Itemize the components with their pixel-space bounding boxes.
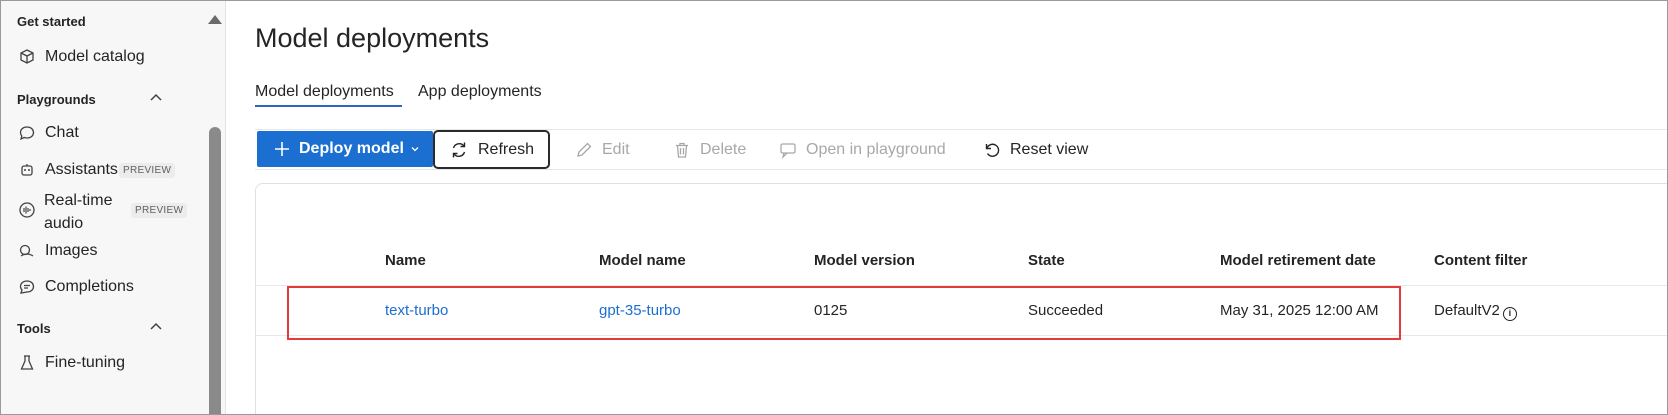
- content-filter-cell: DefaultV2 i: [1434, 302, 1517, 321]
- column-header-retirement-date[interactable]: Model retirement date: [1220, 252, 1376, 269]
- open-in-playground-button[interactable]: Open in playground: [778, 140, 946, 160]
- section-playgrounds: Playgrounds: [17, 92, 96, 107]
- reset-icon: [982, 140, 1002, 160]
- column-header-model-name[interactable]: Model name: [599, 252, 686, 269]
- plus-icon: [273, 140, 291, 158]
- page-title: Model deployments: [255, 23, 490, 53]
- toolbar-divider: [255, 169, 1667, 170]
- sidebar-item-completions[interactable]: Completions: [17, 277, 134, 297]
- images-icon: [17, 241, 37, 261]
- sidebar-item-label: Fine-tuning: [45, 354, 126, 371]
- edit-button[interactable]: Edit: [574, 140, 630, 160]
- sidebar-item-assistants[interactable]: Assistants: [17, 160, 118, 180]
- completions-icon: [17, 277, 37, 297]
- tab-model-deployments[interactable]: Model deployments: [255, 83, 394, 101]
- deploy-model-button[interactable]: Deploy model: [257, 131, 433, 167]
- section-get-started: Get started: [17, 14, 86, 29]
- sidebar-item-model-catalog[interactable]: Model catalog: [17, 47, 145, 67]
- main-content: Model deployments Model deployments App …: [225, 1, 1667, 414]
- column-header-model-version[interactable]: Model version: [814, 252, 915, 269]
- column-header-state[interactable]: State: [1028, 252, 1065, 269]
- bot-icon: [17, 160, 37, 180]
- scroll-up-arrow-icon[interactable]: [208, 15, 222, 24]
- sidebar-item-label: Assistants: [45, 161, 118, 178]
- sidebar-item-images[interactable]: Images: [17, 241, 97, 261]
- column-header-content-filter[interactable]: Content filter: [1434, 252, 1527, 269]
- sidebar-item-label: Completions: [45, 278, 134, 295]
- refresh-button[interactable]: Refresh: [433, 130, 550, 169]
- sidebar-item-chat[interactable]: Chat: [17, 123, 79, 143]
- sidebar-item-fine-tuning[interactable]: Fine-tuning: [17, 353, 125, 373]
- chevron-down-icon: [410, 144, 420, 154]
- refresh-icon: [449, 140, 469, 160]
- sidebar-item-label: Model catalog: [45, 48, 145, 65]
- sidebar: Get started Model catalog Playgrounds Ch…: [1, 1, 225, 414]
- sidebar-item-label: Chat: [45, 124, 79, 141]
- highlight-box: [287, 286, 1401, 340]
- section-tools: Tools: [17, 321, 51, 336]
- active-tab-indicator: [255, 105, 402, 107]
- playground-icon: [778, 140, 798, 160]
- cube-icon: [17, 47, 37, 67]
- info-icon[interactable]: i: [1502, 307, 1517, 321]
- preview-badge: PREVIEW: [131, 203, 188, 218]
- audio-wave-icon: [17, 200, 37, 220]
- app-window: Get started Model catalog Playgrounds Ch…: [0, 0, 1668, 415]
- trash-icon: [672, 140, 692, 160]
- sidebar-item-realtime-audio[interactable]: [17, 200, 45, 220]
- sidebar-scrollbar[interactable]: [209, 127, 221, 414]
- preview-badge: PREVIEW: [119, 163, 176, 178]
- delete-button[interactable]: Delete: [672, 140, 746, 160]
- reset-view-button[interactable]: Reset view: [982, 140, 1088, 160]
- pencil-icon: [574, 140, 594, 160]
- chevron-up-icon[interactable]: [149, 320, 163, 334]
- realtime-audio-label[interactable]: Real-time audio: [44, 189, 112, 235]
- flask-icon: [17, 353, 37, 373]
- chevron-up-icon[interactable]: [149, 91, 163, 105]
- chat-icon: [17, 123, 37, 143]
- tab-app-deployments[interactable]: App deployments: [418, 83, 542, 101]
- sidebar-item-label: Images: [45, 242, 98, 259]
- column-header-name[interactable]: Name: [385, 252, 426, 269]
